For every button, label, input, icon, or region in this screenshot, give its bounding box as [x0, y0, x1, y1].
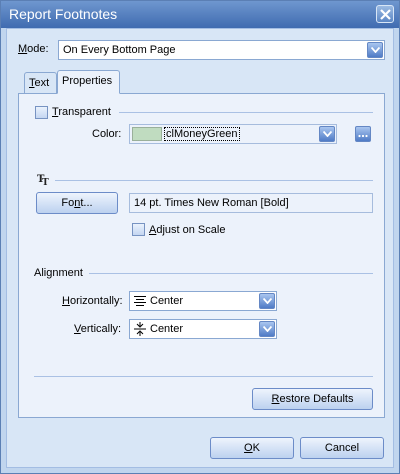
divider	[119, 112, 373, 113]
vertical-alignment-dropdown[interactable]: Center	[129, 319, 277, 339]
close-icon	[380, 9, 391, 20]
mode-dropdown[interactable]: On Every Bottom Page	[58, 40, 385, 60]
divider	[34, 376, 373, 377]
tab-text[interactable]: Text	[24, 72, 57, 94]
title-bar[interactable]: Report Footnotes	[1, 1, 399, 28]
vertical-center-icon	[134, 322, 146, 336]
color-dropdown[interactable]: clMoneyGreen	[129, 124, 337, 144]
cancel-button[interactable]: Cancel	[300, 437, 384, 459]
properties-panel: Transparent Color: clMoneyGreen T T Font…	[18, 93, 385, 418]
color-picker-button[interactable]	[355, 126, 371, 142]
dialog-body: Mode: On Every Bottom Page Text Properti…	[6, 28, 394, 468]
adjust-on-scale-checkbox[interactable]	[132, 223, 145, 236]
chevron-down-icon[interactable]	[259, 321, 275, 337]
divider	[55, 180, 373, 181]
font-icon: T T	[37, 174, 49, 186]
horizontal-alignment-value: Center	[150, 295, 184, 307]
transparent-label[interactable]: Transparent	[52, 106, 111, 118]
svg-text:T: T	[42, 178, 49, 186]
chevron-down-icon[interactable]	[319, 126, 335, 142]
color-value: clMoneyGreen	[164, 127, 240, 141]
vertically-label: Vertically:	[74, 323, 122, 335]
ellipsis-icon	[358, 134, 368, 138]
transparent-checkbox[interactable]	[35, 106, 48, 119]
alignment-heading: Alignment	[34, 267, 83, 279]
restore-defaults-button[interactable]: Restore Defaults	[252, 388, 373, 410]
font-description: 14 pt. Times New Roman [Bold]	[129, 193, 373, 213]
divider	[89, 273, 373, 274]
mode-value: On Every Bottom Page	[63, 44, 176, 56]
horizontally-label: Horizontally:	[62, 295, 123, 307]
color-swatch	[132, 127, 162, 141]
report-footnotes-dialog: Report Footnotes Mode: On Every Bottom P…	[0, 0, 400, 474]
color-label: Color:	[92, 128, 122, 140]
tab-properties[interactable]: Properties	[57, 70, 120, 94]
close-button[interactable]	[376, 5, 394, 23]
adjust-on-scale-label[interactable]: Adjust on Scale	[149, 224, 225, 236]
horizontal-alignment-dropdown[interactable]: Center	[129, 291, 277, 311]
vertical-alignment-value: Center	[150, 323, 184, 335]
chevron-down-icon[interactable]	[259, 293, 275, 309]
align-center-icon	[134, 296, 146, 306]
mode-label: Mode:	[18, 43, 49, 55]
window-title: Report Footnotes	[9, 6, 118, 22]
ok-button[interactable]: OK	[210, 437, 294, 459]
font-button[interactable]: Font...	[36, 192, 118, 214]
chevron-down-icon[interactable]	[367, 42, 383, 58]
